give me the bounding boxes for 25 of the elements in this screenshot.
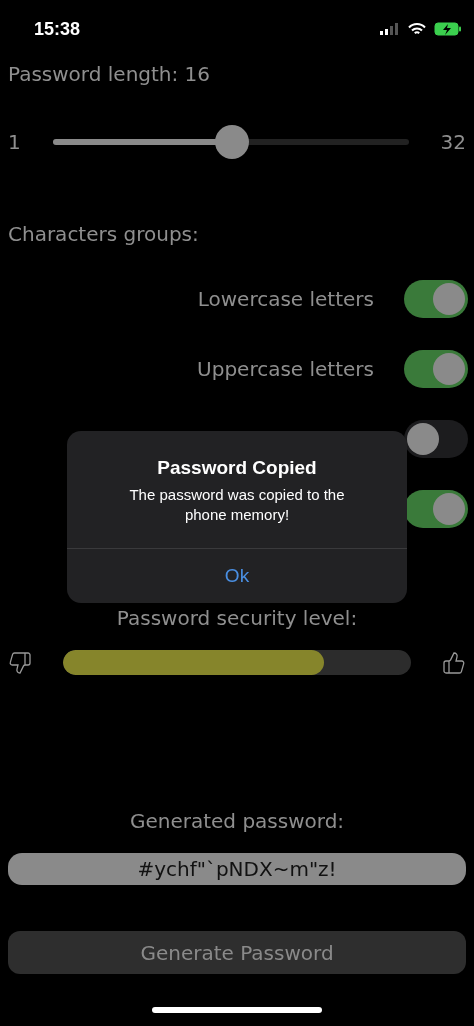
wifi-icon xyxy=(408,22,426,36)
group-label: Uppercase letters xyxy=(197,357,374,381)
toggle-switch[interactable] xyxy=(404,350,468,388)
slider-thumb[interactable] xyxy=(215,125,250,159)
max-label: 32 xyxy=(440,130,466,154)
thumbs-up-icon xyxy=(442,650,466,675)
length-label: Password length: 16 xyxy=(7,62,212,86)
toggle-switch[interactable] xyxy=(404,420,468,458)
signal-icon xyxy=(380,23,400,35)
ok-button[interactable]: Ok xyxy=(67,548,407,603)
status-time: 15:38 xyxy=(34,18,81,40)
groups-title: Characters groups: xyxy=(7,222,200,246)
security-label: Password security level: xyxy=(115,606,359,630)
battery-charging-icon xyxy=(434,22,462,36)
generate-button[interactable]: Generate Password xyxy=(8,931,466,974)
thumbs-down-icon xyxy=(8,650,32,675)
toggle-switch[interactable] xyxy=(404,280,468,318)
toggle-switch[interactable] xyxy=(404,490,468,528)
alert-title: Password Copied xyxy=(157,457,317,479)
generated-label: Generated password: xyxy=(128,809,346,833)
alert-message: The password was copied to the phone memory! xyxy=(128,485,346,524)
min-label: 1 xyxy=(8,130,21,154)
password-field[interactable]: #ychf"`pNDX~m"z! xyxy=(8,853,466,885)
group-label: Lowercase letters xyxy=(197,287,374,311)
length-slider[interactable] xyxy=(52,125,409,159)
